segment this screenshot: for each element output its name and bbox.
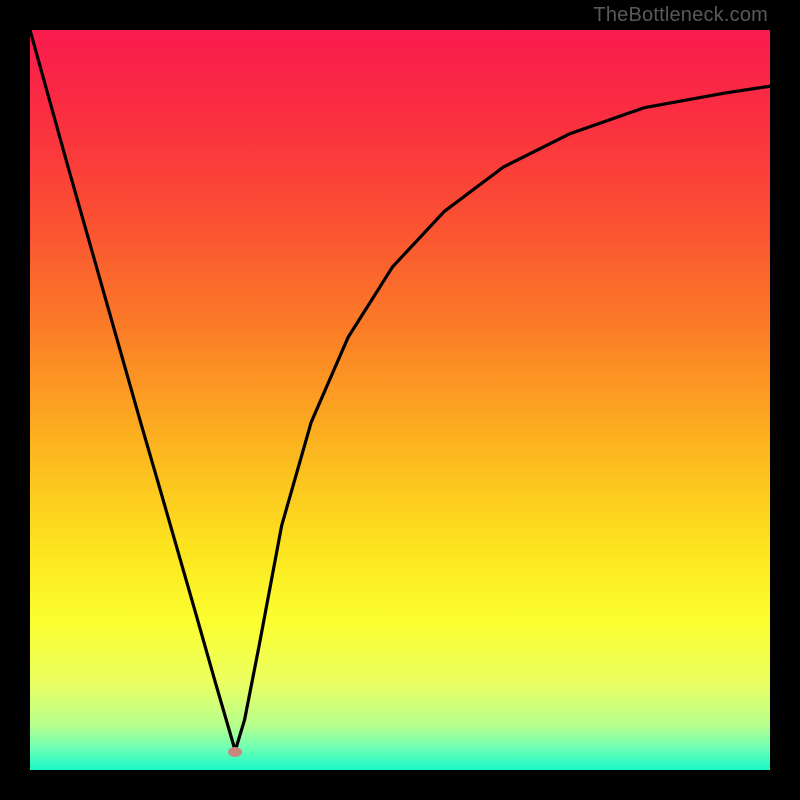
plot-area [30,30,770,770]
optimal-point-marker [228,747,242,757]
chart-frame: TheBottleneck.com [0,0,800,800]
bottleneck-curve [30,30,770,770]
watermark-text: TheBottleneck.com [593,4,768,27]
